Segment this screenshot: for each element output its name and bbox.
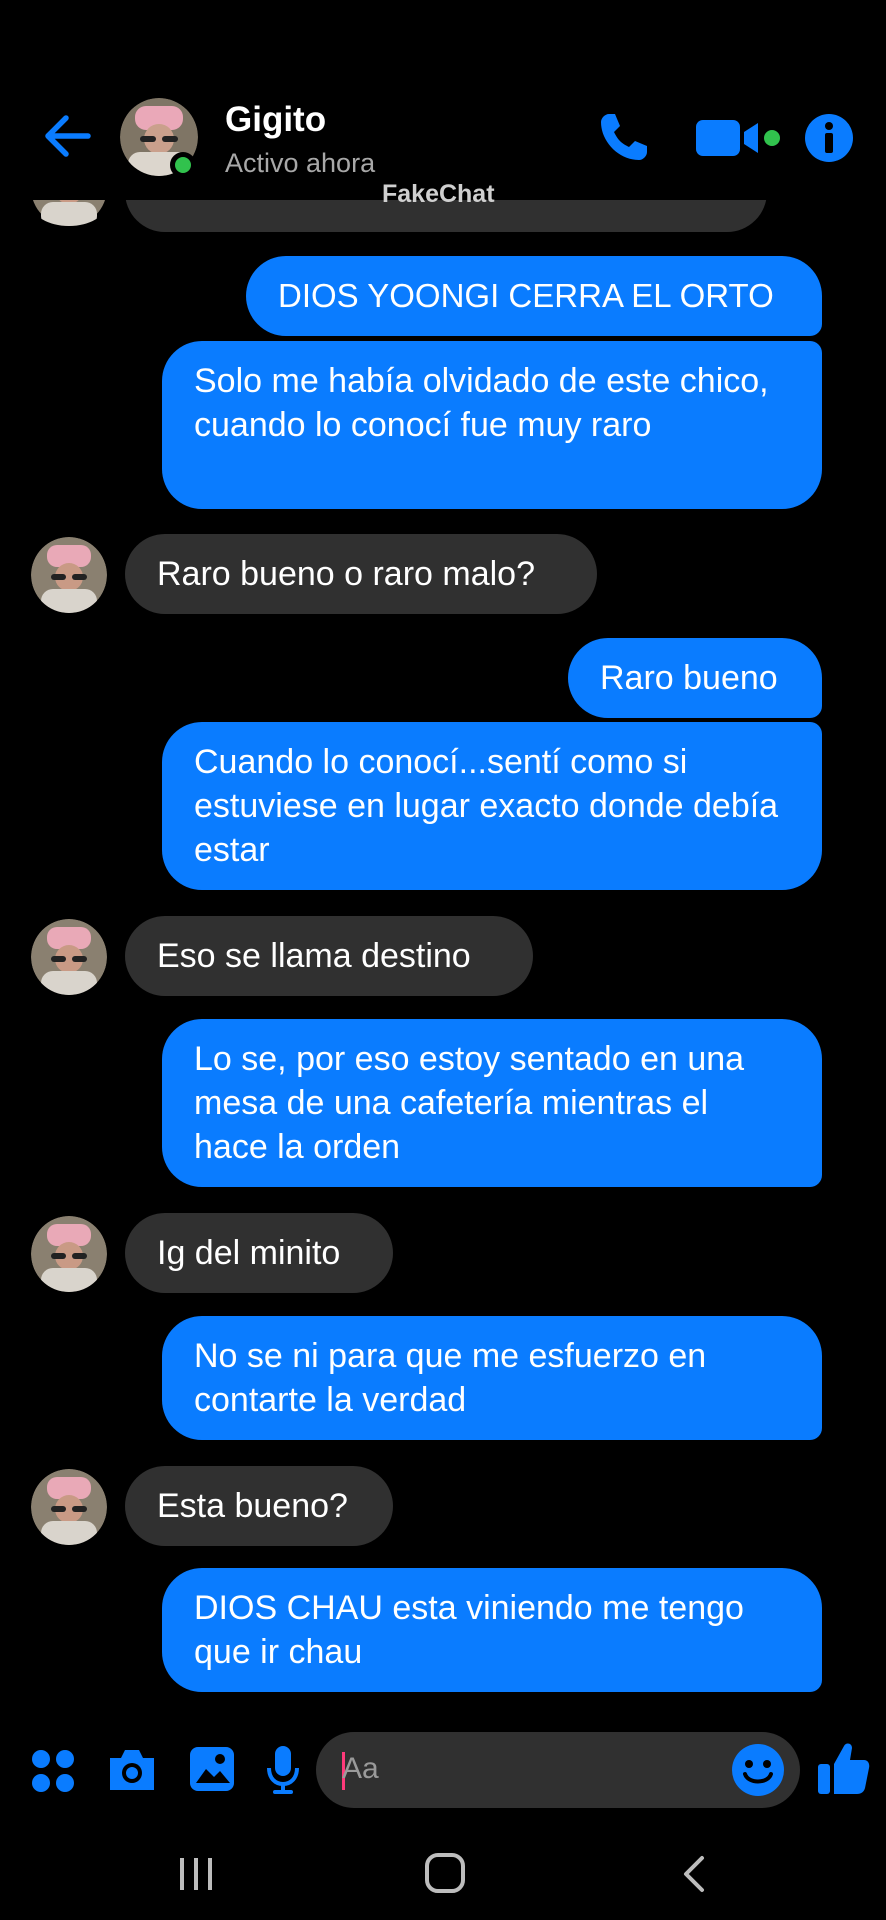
received-message[interactable]: Eso se llama destino: [125, 916, 533, 996]
video-call-icon[interactable]: [696, 118, 782, 158]
sent-message[interactable]: Solo me había olvidado de este chico, cu…: [162, 341, 822, 509]
contact-status: Activo ahora: [225, 148, 376, 178]
message-input[interactable]: [316, 1732, 800, 1808]
contact-avatar: [31, 537, 107, 613]
chat-header: Gigito Activo ahora: [0, 0, 886, 200]
chat-screen: Gigito Activo ahora FakeChat DIOS YOONGI…: [0, 0, 886, 1920]
contact-avatar: [31, 1469, 107, 1545]
sent-message[interactable]: Cuando lo conocí...sentí como si estuvie…: [162, 722, 822, 890]
received-message[interactable]: Esta bueno?: [125, 1466, 393, 1546]
microphone-icon[interactable]: [266, 1744, 300, 1796]
gallery-icon[interactable]: [188, 1745, 236, 1793]
emoji-icon[interactable]: [730, 1742, 786, 1798]
watermark: FakeChat: [382, 180, 495, 208]
contact-avatar: [31, 919, 107, 995]
sent-message[interactable]: DIOS CHAU esta viniendo me tengo que ir …: [162, 1568, 822, 1692]
info-icon[interactable]: [805, 114, 853, 162]
sent-message[interactable]: Raro bueno: [568, 638, 822, 718]
received-message[interactable]: Raro bueno o raro malo?: [125, 534, 597, 614]
camera-icon[interactable]: [106, 1746, 158, 1792]
online-status-dot: [170, 152, 196, 178]
phone-call-icon[interactable]: [595, 110, 651, 166]
sent-message[interactable]: DIOS YOONGI CERRA EL ORTO: [246, 256, 822, 336]
sent-message[interactable]: No se ni para que me esfuerzo en contart…: [162, 1316, 822, 1440]
contact-avatar: [31, 1216, 107, 1292]
system-nav-bar: [0, 1820, 886, 1920]
contact-name[interactable]: Gigito: [225, 100, 326, 140]
home-icon[interactable]: [424, 1852, 466, 1894]
apps-grid-icon[interactable]: [30, 1748, 76, 1794]
received-message[interactable]: Ig del minito: [125, 1213, 393, 1293]
system-back-icon[interactable]: [680, 1854, 708, 1894]
message-input-placeholder: Aa: [342, 1752, 379, 1785]
thumbs-up-icon[interactable]: [816, 1740, 870, 1796]
back-arrow-icon[interactable]: [40, 108, 96, 164]
sent-message[interactable]: Lo se, por eso estoy sentado en una mesa…: [162, 1019, 822, 1187]
recent-apps-icon[interactable]: [176, 1856, 216, 1892]
